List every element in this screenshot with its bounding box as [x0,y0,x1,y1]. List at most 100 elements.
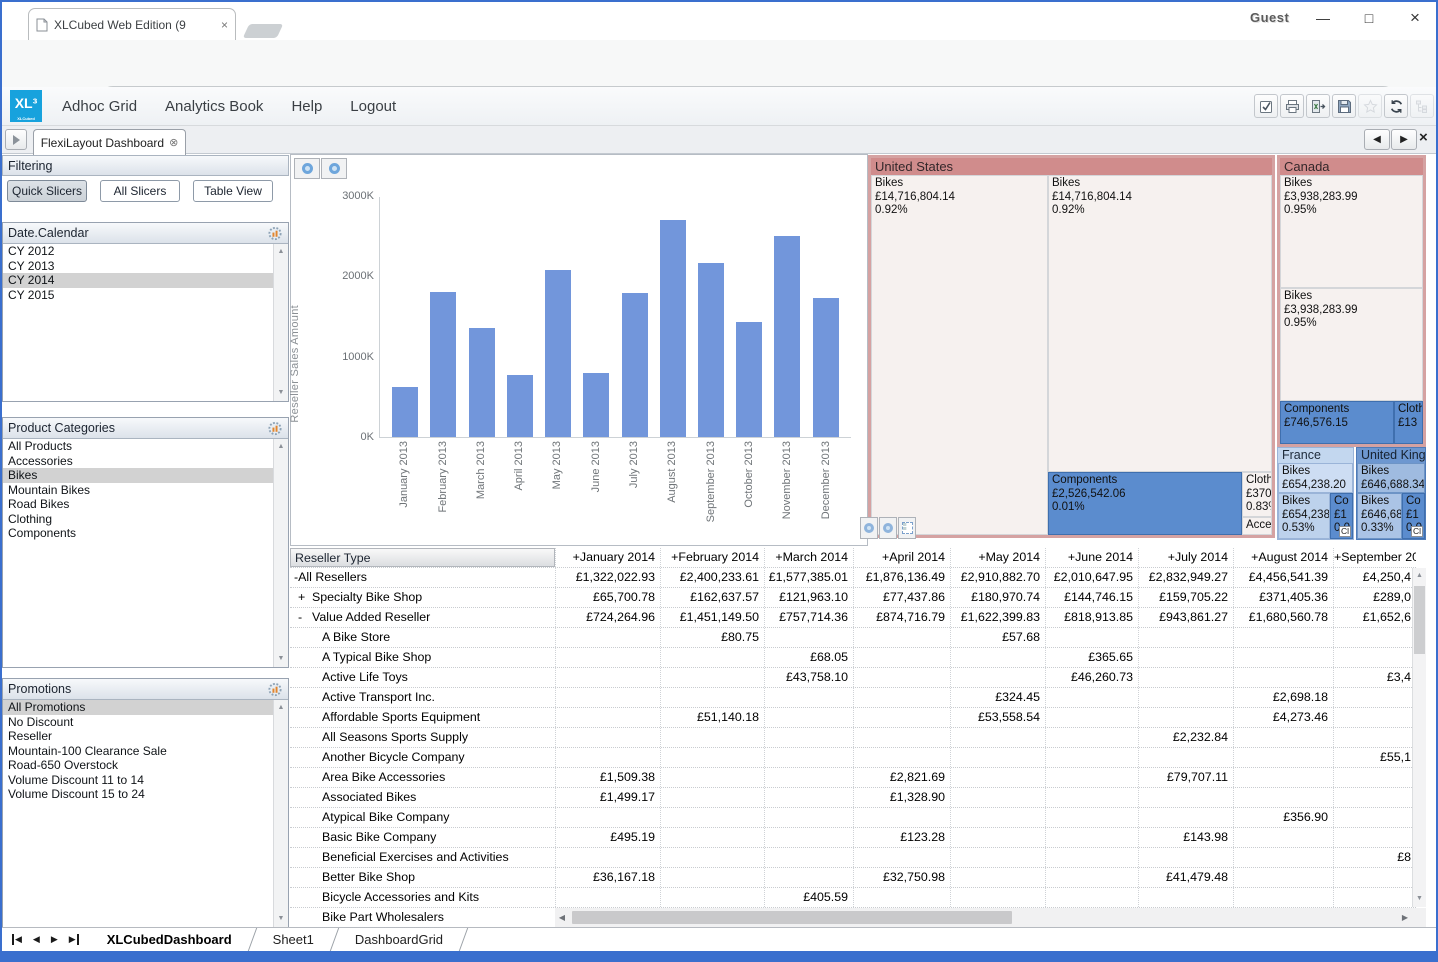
table-cell[interactable] [764,848,853,867]
table-cell[interactable] [1333,628,1416,647]
table-row-label[interactable]: Active Transport Inc. [290,688,555,707]
scroll-down-icon[interactable]: ▼ [274,912,288,926]
table-cell[interactable] [764,688,853,707]
table-cell[interactable] [853,748,950,767]
table-cell[interactable] [555,668,660,687]
table-cell[interactable] [950,868,1045,887]
tabstrip-arrow-button[interactable] [5,129,27,150]
table-cell[interactable] [764,808,853,827]
table-cell[interactable] [1045,708,1138,727]
tab-next-button[interactable]: ▶ [1391,129,1417,150]
slicer-item[interactable]: All Products [3,439,273,454]
table-cell[interactable] [1045,868,1138,887]
treemap-back-button[interactable] [860,517,878,539]
table-cell[interactable] [660,808,764,827]
table-cell[interactable] [1233,868,1333,887]
browser-tab[interactable]: XLCubed Web Edition (9 × [28,8,236,40]
scroll-left-icon[interactable]: ◀ [555,913,569,922]
chart-bar[interactable] [507,375,533,437]
table-row-label[interactable]: +Specialty Bike Shop [290,588,555,607]
table-cell[interactable] [1333,688,1416,707]
slicer-settings-icon[interactable] [267,682,283,697]
table-cell[interactable] [1045,848,1138,867]
treemap-cell-clothing[interactable]: Cloth£13 [1394,401,1423,444]
table-cell[interactable]: £65,700.78 [555,588,660,607]
table-cell[interactable] [660,668,764,687]
table-cell[interactable]: £55,1 [1333,748,1416,767]
slicer-item[interactable]: Reseller [3,729,273,744]
table-cell[interactable] [660,688,764,707]
table-cell[interactable]: £41,479.48 [1138,868,1233,887]
table-cell[interactable]: £80.75 [660,628,764,647]
table-cell[interactable]: £724,264.96 [555,608,660,627]
chart-bar[interactable] [469,328,495,437]
table-cell[interactable] [660,648,764,667]
table-cell[interactable] [1138,708,1233,727]
table-cell[interactable]: £143.98 [1138,828,1233,847]
favorite-button[interactable] [1358,94,1382,118]
table-cell[interactable] [764,788,853,807]
table-cell[interactable] [1333,708,1416,727]
treemap-cell-bikes[interactable]: Bikes£14,716,804.140.92% [871,175,1048,535]
table-cell[interactable] [1233,648,1333,667]
next-sheet-icon[interactable]: ▶ [51,934,58,945]
export-excel-button[interactable] [1306,94,1330,118]
treemap-cell-bikes[interactable]: Bikes£3,938,283.990.95% [1280,175,1423,288]
table-cell[interactable]: £1,328.90 [853,788,950,807]
table-cell[interactable] [1333,828,1416,847]
table-cell[interactable] [1233,748,1333,767]
table-cell[interactable] [1333,868,1416,887]
scroll-up-icon[interactable]: ▲ [1413,569,1426,583]
table-cell[interactable] [555,808,660,827]
table-cell[interactable] [853,728,950,747]
table-cell[interactable] [764,748,853,767]
treemap-cell-accessories[interactable]: Access [1242,517,1272,535]
table-row-label[interactable]: Beneficial Exercises and Activities [290,848,555,867]
table-cell[interactable] [1138,788,1233,807]
table-cell[interactable] [950,728,1045,747]
table-cell[interactable] [1233,728,1333,747]
all-slicers-button[interactable]: All Slicers [100,180,180,202]
table-cell[interactable] [950,808,1045,827]
table-cell[interactable] [1045,788,1138,807]
chart-bar[interactable] [813,298,839,437]
table-cell[interactable] [853,808,950,827]
table-cell[interactable]: £43,758.10 [764,668,853,687]
table-cell[interactable]: £1,680,560.78 [1233,608,1333,627]
slicer-item[interactable]: Road Bikes [3,497,273,512]
table-cell[interactable]: £8 [1333,848,1416,867]
first-sheet-icon[interactable]: ◀ [12,934,22,945]
table-cell[interactable] [1138,668,1233,687]
treemap-cell-components[interactable]: Components£746,576.15 [1280,401,1394,444]
treemap-cell-components[interactable]: Co£10.0 Cl [1402,493,1425,539]
new-tab-button[interactable] [243,24,284,38]
table-row-label[interactable]: Associated Bikes [290,788,555,807]
table-cell[interactable] [1045,728,1138,747]
scroll-right-icon[interactable]: ▶ [1398,913,1412,922]
table-cell[interactable] [660,728,764,747]
table-cell[interactable]: £2,400,233.61 [660,568,764,587]
tab-close-icon[interactable]: × [221,18,228,32]
table-cell[interactable]: £4,456,541.39 [1233,568,1333,587]
outline-button[interactable] [1410,94,1434,118]
table-cell[interactable] [555,728,660,747]
slicer-item[interactable]: CY 2012 [3,244,273,259]
table-row-label[interactable]: -All Resellers [290,568,555,587]
table-cell[interactable]: £943,861.27 [1138,608,1233,627]
table-cell[interactable]: £2,698.18 [1233,688,1333,707]
table-cell[interactable] [555,628,660,647]
table-cell[interactable] [1138,628,1233,647]
chart-bar[interactable] [430,292,456,437]
table-cell[interactable] [764,628,853,647]
table-row-label[interactable]: Bike Part Wholesalers [290,908,555,927]
table-row-label[interactable]: Area Bike Accessories [290,768,555,787]
table-cell[interactable] [1138,688,1233,707]
table-cell[interactable]: £4,273.46 [1233,708,1333,727]
table-cell[interactable]: £121,963.10 [764,588,853,607]
chart-back-button[interactable] [294,158,320,179]
chart-bar[interactable] [774,236,800,437]
table-cell[interactable] [1233,668,1333,687]
table-cell[interactable]: £46,260.73 [1045,668,1138,687]
scroll-up-icon[interactable]: ▲ [274,440,288,454]
refresh-button[interactable] [1384,94,1408,118]
